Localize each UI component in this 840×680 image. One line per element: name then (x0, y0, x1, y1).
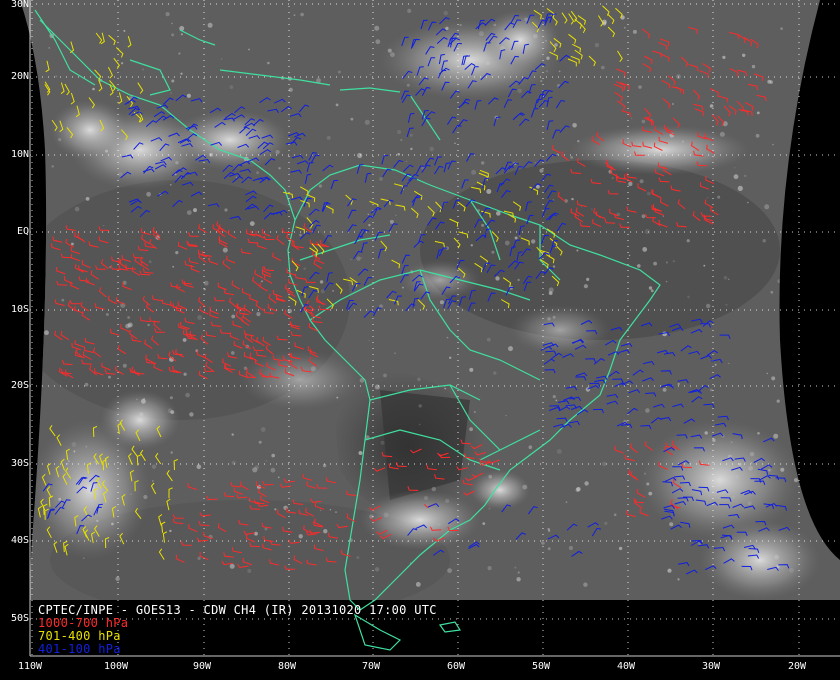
lon-label-20w: 20W (787, 661, 807, 672)
lat-label-20n: 20N (10, 71, 29, 82)
lat-label-10n: 10N (10, 149, 29, 160)
legend-high-level: 401-100 hPa (38, 642, 121, 656)
lon-label-50w: 50W (531, 661, 551, 672)
lat-label-eq: EQ (16, 226, 29, 237)
lon-label-30w: 30W (701, 661, 721, 672)
satellite-imagery (20, 0, 840, 600)
lat-label-10s: 10S (10, 304, 29, 315)
lat-label-20s: 20S (10, 380, 29, 391)
lon-label-70w: 70W (361, 661, 381, 672)
lat-label-30s: 30S (10, 458, 29, 469)
lat-label-50s: 50S (10, 613, 29, 624)
satellite-wind-map (0, 0, 840, 680)
lon-label-40w: 40W (616, 661, 636, 672)
lat-label-40s: 40S (10, 535, 29, 546)
lon-label-80w: 80W (277, 661, 297, 672)
lon-label-60w: 60W (446, 661, 466, 672)
lon-label-100w: 100W (103, 661, 129, 672)
lon-label-90w: 90W (192, 661, 212, 672)
lat-label-30n: 30N (10, 0, 29, 10)
lon-label-110w: 110W (17, 661, 43, 672)
